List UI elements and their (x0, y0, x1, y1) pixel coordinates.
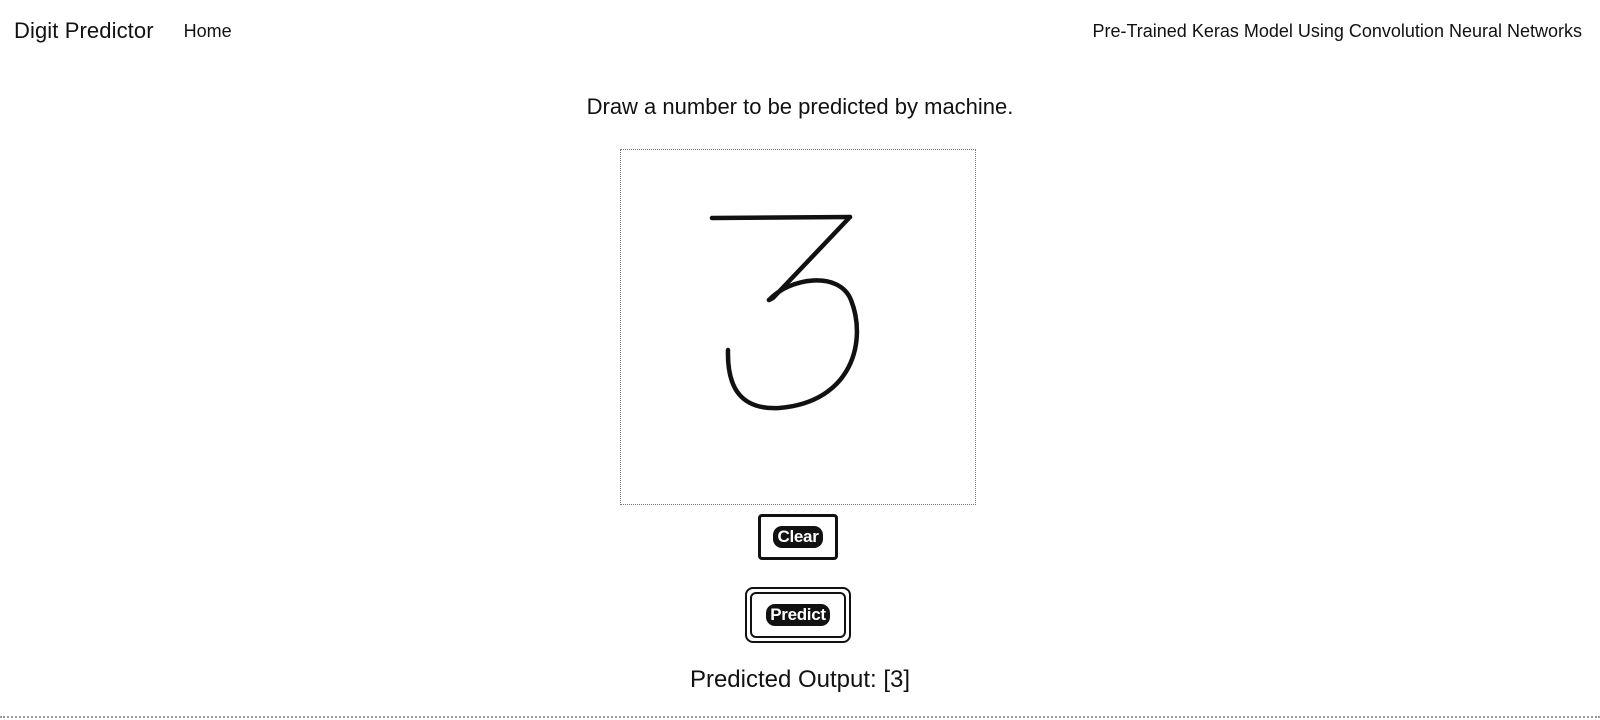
brand-link[interactable]: Digit Predictor (14, 18, 154, 44)
navbar-tagline: Pre-Trained Keras Model Using Convolutio… (1092, 20, 1582, 41)
predict-button-inner: Predict (750, 592, 846, 638)
instruction-text: Draw a number to be predicted by machine… (586, 94, 1014, 119)
clear-button[interactable]: Clear (758, 514, 838, 560)
predict-button[interactable]: Predict (745, 587, 851, 643)
drawn-digit-stroke (709, 214, 860, 411)
navbar: Digit Predictor Home Pre-Trained Keras M… (0, 0, 1600, 62)
nav-home-link[interactable]: Home (184, 21, 232, 42)
clear-button-label: Clear (773, 526, 823, 548)
bottom-divider (0, 716, 1600, 718)
predict-button-label: Predict (766, 604, 830, 626)
predicted-output: Predicted Output: [3] (689, 666, 911, 693)
drawing-canvas[interactable] (620, 149, 976, 505)
